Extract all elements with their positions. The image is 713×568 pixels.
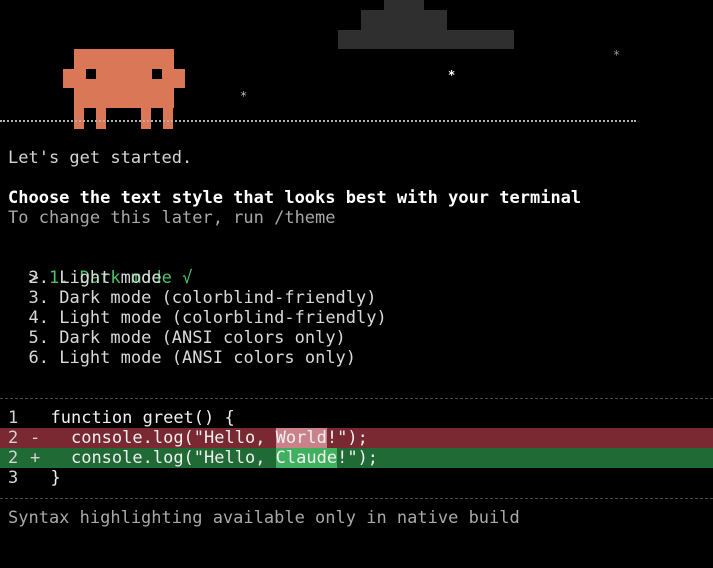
theme-hint: To change this later, run /theme: [8, 208, 336, 228]
diff-line-added: 2 + console.log("Hello, Claude!");: [0, 448, 713, 468]
theme-option-light-ansi[interactable]: 6. Light mode (ANSI colors only): [8, 348, 356, 368]
theme-option-dark-colorblind[interactable]: 3. Dark mode (colorblind-friendly): [8, 288, 377, 308]
option-label: Dark mode (ANSI colors only): [59, 328, 346, 348]
check-mark-icon: √: [182, 268, 193, 288]
line-number: 3: [8, 468, 19, 488]
diff-marker: -: [30, 428, 41, 448]
option-number: 4.: [28, 308, 49, 328]
option-label: Light mode: [59, 268, 162, 288]
option-number: 5.: [28, 328, 49, 348]
theme-option-dark-ansi[interactable]: 5. Dark mode (ANSI colors only): [8, 328, 346, 348]
diff-marker: +: [30, 448, 41, 468]
line-number: 2: [8, 428, 19, 448]
option-label: Light mode (ANSI colors only): [59, 348, 357, 368]
greeting-text: Let's get started.: [8, 148, 193, 168]
star-icon: *: [448, 68, 456, 82]
theme-heading: Choose the text style that looks best wi…: [8, 188, 582, 208]
theme-option-light[interactable]: 2. Light mode: [8, 268, 162, 288]
diff-marker: [30, 408, 40, 428]
syntax-highlight-note: Syntax highlighting available only in na…: [8, 508, 520, 528]
diff-marker: [30, 468, 40, 488]
preview-bottom-separator: [0, 498, 713, 499]
dotted-divider: [0, 120, 636, 122]
option-label: Dark mode (colorblind-friendly): [59, 288, 377, 308]
theme-option-light-colorblind[interactable]: 4. Light mode (colorblind-friendly): [8, 308, 387, 328]
code-text: }: [50, 468, 61, 488]
removed-word-highlight: World: [275, 428, 327, 448]
option-label: Light mode (colorblind-friendly): [59, 308, 387, 328]
option-number: 3.: [28, 288, 49, 308]
diff-line-removed: 2- console.log("Hello, World!");: [0, 428, 713, 448]
code-text-tail: !");: [326, 428, 368, 448]
option-number: 2.: [28, 268, 49, 288]
diff-line-context: 1 function greet() {: [0, 408, 713, 428]
line-number: 1: [8, 408, 19, 428]
star-icon: *: [240, 89, 248, 103]
star-icon: *: [613, 48, 621, 62]
option-number: 6.: [28, 348, 49, 368]
code-text-tail: !");: [337, 448, 379, 468]
code-text: function greet() {: [50, 408, 235, 428]
line-number: 2: [8, 448, 19, 468]
code-text: console.log("Hello,: [50, 428, 276, 448]
preview-top-separator: [0, 398, 713, 399]
theme-option-dark[interactable]: > 1. Dark mode √: [8, 248, 192, 288]
added-word-highlight: Claude: [275, 448, 338, 468]
diff-line-context: 3 }: [0, 468, 713, 488]
code-text: console.log("Hello,: [50, 448, 276, 468]
